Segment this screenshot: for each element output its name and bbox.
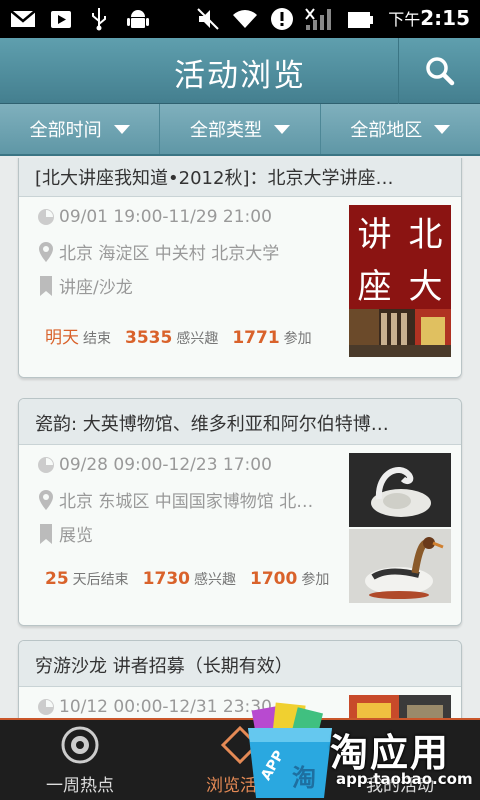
usb-icon <box>90 8 108 31</box>
mute-icon <box>196 8 222 30</box>
event-thumbnail-photo <box>349 309 451 357</box>
filter-label: 全部类型 <box>189 120 262 141</box>
clock-icon <box>35 208 57 226</box>
interested-label: 感兴趣 <box>194 572 236 588</box>
android-debug-icon <box>126 8 150 30</box>
search-icon <box>425 57 454 86</box>
clock-icon <box>35 456 57 474</box>
ends-label: 结束 <box>83 331 111 347</box>
ad-bag-char: 淘 <box>292 764 316 792</box>
clock: 下午2:15 <box>388 6 470 30</box>
joined-count: 1771 <box>232 328 280 348</box>
event-card[interactable]: [北大讲座我知道•2012秋]：北京大学讲座… 09/01 19:00-11/2… <box>18 158 462 378</box>
shopping-bag-icon: APP 淘 <box>248 702 332 798</box>
wifi-icon <box>232 8 258 30</box>
ends-value: 25 <box>45 569 69 589</box>
interested-count: 3535 <box>125 328 173 348</box>
filter-bar: 全部时间 全部类型 全部地区 <box>0 104 480 156</box>
bookmark-icon <box>35 523 57 545</box>
interested-label: 感兴趣 <box>176 331 219 347</box>
chevron-down-icon <box>273 124 290 134</box>
event-card[interactable]: 瓷韵: 大英博物馆、维多利亚和阿尔伯特博… 09/28 09:00-12/23 … <box>18 398 462 626</box>
chevron-down-icon <box>434 124 451 134</box>
location-pin-icon <box>35 241 57 263</box>
tab-label: 一周热点 <box>46 776 114 796</box>
filter-time-dropdown[interactable]: 全部时间 <box>0 104 161 154</box>
battery-icon <box>346 8 374 30</box>
event-stats: 25 天后结束 1730 感兴趣 1700 参加 <box>45 569 343 589</box>
event-category: 展览 <box>59 526 93 546</box>
event-time: 09/28 09:00-12/23 17:00 <box>59 455 272 475</box>
event-title: [北大讲座我知道•2012秋]：北京大学讲座… <box>19 158 461 197</box>
event-location: 北京 东城区 中国国家博物馆 北… <box>59 492 314 512</box>
title-bar: 活动浏览 <box>0 38 480 104</box>
joined-label: 参加 <box>283 331 312 347</box>
media-play-icon <box>50 8 72 30</box>
event-time: 09/01 19:00-11/29 21:00 <box>59 207 272 227</box>
event-stats: 明天 结束 3535 感兴趣 1771 参加 <box>45 323 326 348</box>
tab-weekly-hot[interactable]: 一周热点 <box>0 720 160 800</box>
joined-count: 1700 <box>250 569 298 589</box>
sim-alert-icon <box>270 8 294 30</box>
ends-label: 天后结束 <box>72 572 129 588</box>
chevron-down-icon <box>113 124 130 134</box>
status-bar: 下午2:15 <box>0 0 480 38</box>
event-list[interactable]: [北大讲座我知道•2012秋]：北京大学讲座… 09/01 19:00-11/2… <box>0 158 480 718</box>
gmail-icon <box>10 8 36 30</box>
event-title: 瓷韵: 大英博物馆、维多利亚和阿尔伯特博… <box>19 399 461 445</box>
filter-region-dropdown[interactable]: 全部地区 <box>321 104 480 154</box>
event-location: 北京 海淀区 中关村 北京大学 <box>59 244 280 264</box>
ends-value: 明天 <box>45 328 79 348</box>
filter-type-dropdown[interactable]: 全部类型 <box>160 104 321 154</box>
ad-url: app.taobao.com <box>336 770 473 788</box>
event-title: 穷游沙龙 讲者招募（长期有效） <box>19 641 461 687</box>
location-pin-icon <box>35 489 57 511</box>
event-thumbnail-photo <box>349 453 451 527</box>
event-thumbnail-logo: 讲 北 座 大 <box>349 205 451 309</box>
event-category: 讲座/沙龙 <box>59 278 133 298</box>
aperture-icon <box>61 726 99 764</box>
clock-icon <box>35 698 57 716</box>
joined-label: 参加 <box>301 572 330 588</box>
event-thumbnail-photo <box>349 529 451 603</box>
filter-label: 全部时间 <box>29 120 102 141</box>
interested-count: 1730 <box>142 569 190 589</box>
ad-brand: 淘应用 <box>330 731 451 775</box>
filter-label: 全部地区 <box>350 120 423 141</box>
signal-icon <box>304 8 334 30</box>
bookmark-icon <box>35 275 57 297</box>
taobao-app-ad[interactable]: APP 淘 淘应用 app.taobao.com <box>240 698 480 800</box>
search-button[interactable] <box>398 38 480 104</box>
